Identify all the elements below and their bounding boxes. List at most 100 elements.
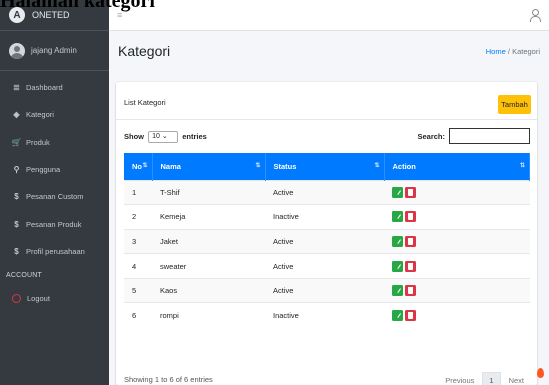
breadcrumb-separator: / xyxy=(507,47,510,56)
pagination: Previous 1 Next xyxy=(439,372,530,385)
category-card: List Kategori Tambah Show 10 ⌄ entries S… xyxy=(116,82,537,385)
sidebar-item-dashboard[interactable]: ≣ Dashboard xyxy=(0,74,109,101)
cell-no: 3 xyxy=(124,228,152,254)
sidebar-item-label: Pesanan Produk xyxy=(26,219,82,229)
dollar-icon: $ xyxy=(14,219,19,229)
cell-nama: sweater xyxy=(152,253,265,279)
cell-action xyxy=(384,204,530,230)
flame-icon xyxy=(536,366,545,379)
sidebar: A ONETED jajang Admin ≣ Dashboard ◈ Katego… xyxy=(0,0,109,385)
cell-nama: Kaos xyxy=(152,277,265,303)
column-header-status[interactable]: Status ⇅ xyxy=(265,153,385,180)
sidebar-item-label: Dashboard xyxy=(26,83,63,93)
nav-section-account: ACCOUNT xyxy=(6,271,43,279)
edit-icon[interactable] xyxy=(392,260,403,272)
cell-nama: T-Shif xyxy=(152,179,265,205)
delete-icon[interactable] xyxy=(405,211,416,223)
sidebar-item-profil-perusahaan[interactable]: $ Profil perusahaan xyxy=(0,238,109,265)
card-header: List Kategori Tambah xyxy=(116,82,537,120)
entries-select[interactable]: 10 ⌄ xyxy=(148,131,179,143)
search-box: Search: xyxy=(417,128,530,144)
search-label: Search: xyxy=(417,131,445,141)
sidebar-item-label: Produk xyxy=(26,137,50,147)
column-header-action[interactable]: Action ⇅ xyxy=(384,153,530,180)
chevron-down-icon: ⌄ xyxy=(161,133,168,140)
cell-status: Active xyxy=(265,277,384,303)
cell-no: 5 xyxy=(124,277,152,303)
delete-icon[interactable] xyxy=(405,186,416,198)
user-menu-icon[interactable] xyxy=(530,9,541,22)
sidebar-item-label: Pengguna xyxy=(26,165,61,175)
delete-icon[interactable] xyxy=(405,310,416,322)
page-caption: Halaman kategori xyxy=(0,0,155,12)
dollar-icon: $ xyxy=(14,192,19,202)
sidebar-item-label: Kategori xyxy=(26,110,54,120)
sidebar-item-label: Pesanan Custom xyxy=(26,192,84,202)
add-category-button[interactable]: Tambah xyxy=(498,95,531,114)
sidebar-item-pesanan-produk[interactable]: $ Pesanan Produk xyxy=(0,210,109,237)
search-input[interactable] xyxy=(449,128,530,144)
cell-no: 4 xyxy=(124,253,152,279)
sidebar-item-kategori[interactable]: ◈ Kategori xyxy=(0,101,109,128)
delete-icon[interactable] xyxy=(405,285,416,297)
column-header-no[interactable]: No ⇅ xyxy=(124,153,153,180)
sidebar-item-pesanan-custom[interactable]: $ Pesanan Custom xyxy=(0,183,109,210)
avatar xyxy=(9,42,25,59)
edit-icon[interactable] xyxy=(392,186,403,198)
page-title: Kategori xyxy=(118,43,171,59)
edit-icon[interactable] xyxy=(392,235,403,247)
column-header-nama[interactable]: Nama ⇅ xyxy=(152,153,266,180)
pagination-next[interactable]: Next xyxy=(503,373,530,385)
table-header-row: No ⇅ Nama ⇅ Status ⇅ Action ⇅ xyxy=(124,153,530,180)
table-row: 5 Kaos Active xyxy=(124,277,530,303)
cell-no: 1 xyxy=(124,179,152,205)
breadcrumb-home[interactable]: Home xyxy=(486,47,506,56)
cell-status: Inactive xyxy=(265,302,384,328)
card-title: List Kategori xyxy=(124,98,166,107)
pagination-page[interactable]: 1 xyxy=(482,372,501,385)
edit-icon[interactable] xyxy=(392,211,403,223)
entries-length: Show 10 ⌄ entries xyxy=(124,131,207,143)
entries-value: 10 xyxy=(152,133,160,140)
cell-no: 6 xyxy=(124,302,152,328)
cart-icon: 🛒 xyxy=(11,137,22,147)
cell-nama: rompi xyxy=(152,302,265,328)
sort-icon: ⇅ xyxy=(142,163,148,169)
topbar: ≡ xyxy=(109,0,549,31)
table-row: 3 Jaket Active xyxy=(124,228,530,254)
delete-icon[interactable] xyxy=(405,260,416,272)
user-panel[interactable]: jajang Admin xyxy=(0,31,109,71)
table-info: Showing 1 to 6 of 6 entries xyxy=(124,375,213,384)
sidebar-item-produk[interactable]: 🛒 Produk xyxy=(0,129,109,156)
cell-action xyxy=(384,253,530,279)
show-label: Show xyxy=(124,131,144,141)
table-row: 6 rompi Inactive xyxy=(124,302,530,328)
delete-icon[interactable] xyxy=(405,235,416,247)
sidebar-item-pengguna[interactable]: ⚲ Pengguna xyxy=(0,156,109,183)
pagination-previous[interactable]: Previous xyxy=(439,373,480,385)
table-row: 4 sweater Active xyxy=(124,253,530,279)
logout-icon xyxy=(12,294,21,304)
sort-icon: ⇅ xyxy=(519,163,525,169)
sidebar-item-label: Logout xyxy=(27,294,50,304)
breadcrumb: Home / Kategori xyxy=(486,47,540,56)
dashboard-icon: ≣ xyxy=(13,83,20,93)
user-name: jajang Admin xyxy=(31,46,77,55)
cell-status: Active xyxy=(265,253,384,279)
edit-icon[interactable] xyxy=(392,285,403,297)
edit-icon[interactable] xyxy=(392,310,403,322)
cell-status: Active xyxy=(265,179,384,205)
tag-icon: ◈ xyxy=(13,110,20,120)
content-header: Kategori Home / Kategori xyxy=(109,31,549,70)
dollar-icon: $ xyxy=(14,246,19,256)
category-table: No ⇅ Nama ⇅ Status ⇅ Action ⇅ 1 T-Shif Active … xyxy=(124,153,530,328)
cell-status: Inactive xyxy=(265,204,384,230)
entries-label: entries xyxy=(182,131,207,141)
cell-no: 2 xyxy=(124,204,152,230)
cell-status: Active xyxy=(265,228,384,254)
cell-nama: Jaket xyxy=(152,228,265,254)
cell-action xyxy=(384,302,530,328)
sidebar-item-label: Profil perusahaan xyxy=(26,246,85,256)
sidebar-item-logout[interactable]: Logout xyxy=(0,285,109,312)
breadcrumb-current: Kategori xyxy=(512,47,540,56)
